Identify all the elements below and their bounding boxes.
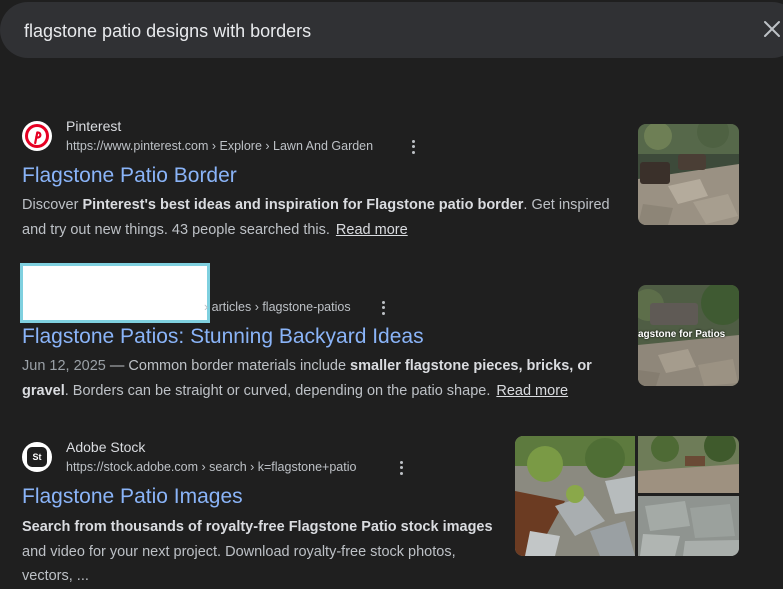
- result-snippet: Discover Pinterest's best ideas and insp…: [22, 197, 610, 238]
- more-vert-icon[interactable]: [408, 139, 418, 155]
- pinterest-logo-icon: [22, 121, 52, 151]
- site-name: Pinterest: [66, 118, 122, 134]
- search-bar[interactable]: flagstone patio designs with borders: [0, 2, 783, 58]
- search-input[interactable]: flagstone patio designs with borders: [24, 21, 311, 42]
- adobe-stock-logo-icon: St: [22, 442, 52, 472]
- site-url[interactable]: https://stock.adobe.com › search › k=fla…: [66, 460, 356, 474]
- result-snippet: Jun 12, 2025 — Common border materials i…: [22, 358, 592, 399]
- result-date: Jun 12, 2025: [22, 358, 106, 374]
- site-name: Adobe Stock: [66, 439, 146, 455]
- close-icon[interactable]: [760, 17, 783, 41]
- redacted-site-info: [20, 263, 210, 323]
- result-thumbnail[interactable]: agstone for Patios: [638, 285, 739, 386]
- read-more-link[interactable]: Read more: [336, 222, 408, 238]
- favicon-text: St: [32, 452, 42, 462]
- result-snippet: Search from thousands of royalty-free Fl…: [22, 519, 493, 584]
- site-url[interactable]: https://www.pinterest.com › Explore › La…: [66, 139, 373, 153]
- more-vert-icon[interactable]: [378, 300, 388, 316]
- site-url[interactable]: › articles › flagstone-patios: [204, 300, 351, 314]
- thumbnail-overlay-text: agstone for Patios: [638, 329, 726, 340]
- image-collage[interactable]: [515, 436, 739, 556]
- read-more-link[interactable]: Read more: [496, 383, 568, 399]
- result-title-link[interactable]: Flagstone Patios: Stunning Backyard Idea…: [22, 325, 424, 349]
- more-vert-icon[interactable]: [396, 460, 406, 476]
- result-title-link[interactable]: Flagstone Patio Border: [22, 164, 237, 188]
- result-title-link[interactable]: Flagstone Patio Images: [22, 485, 243, 509]
- result-thumbnail[interactable]: [638, 124, 739, 225]
